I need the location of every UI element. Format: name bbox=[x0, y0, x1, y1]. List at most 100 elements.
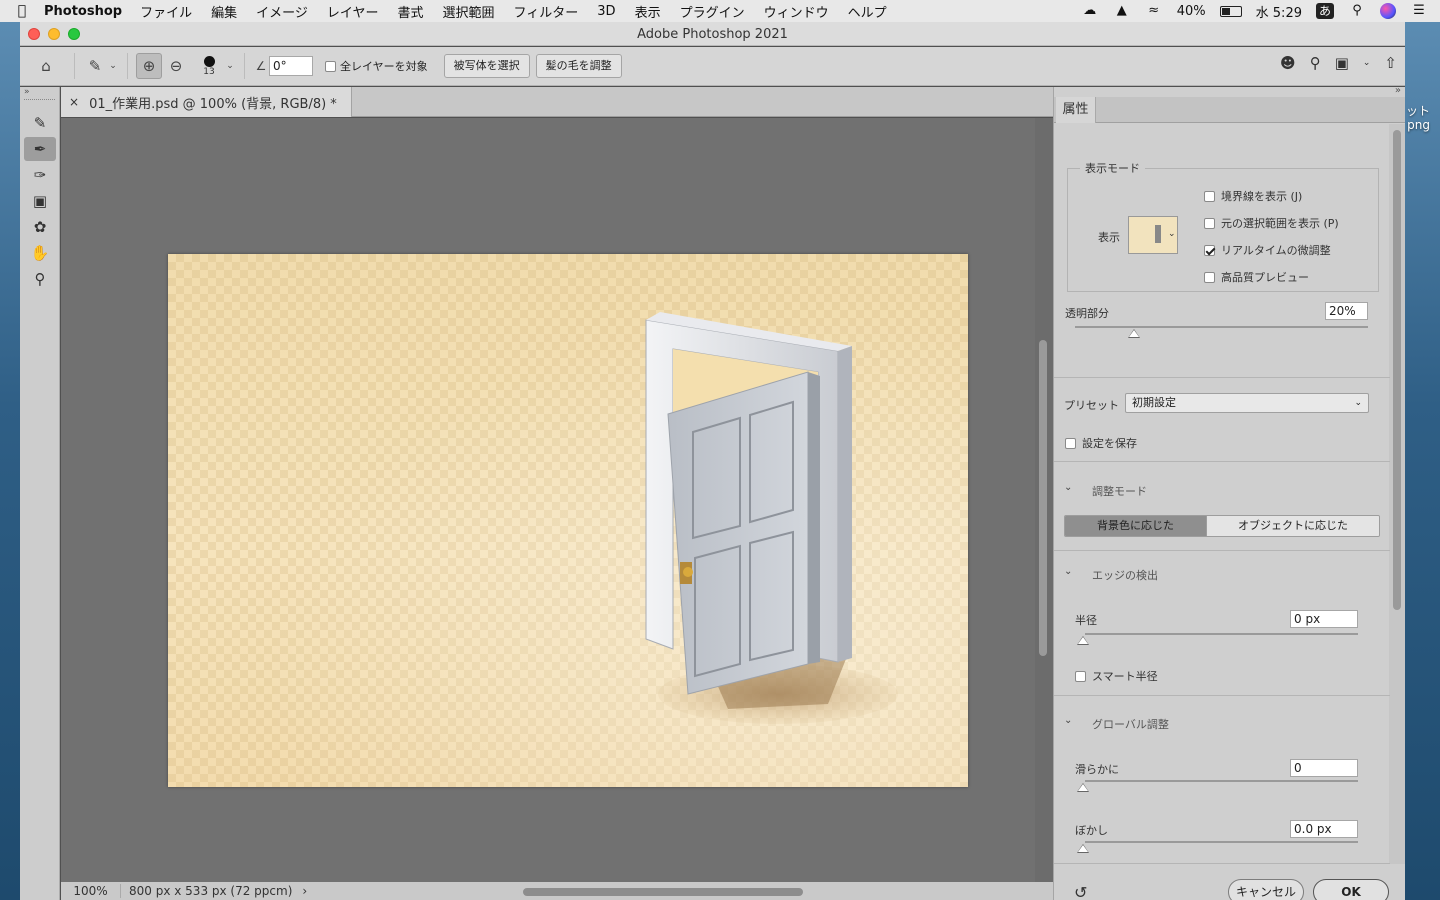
global-refinements-title[interactable]: グローバル調整 bbox=[1092, 716, 1169, 732]
apple-icon[interactable]:  bbox=[0, 3, 44, 19]
wifi-icon[interactable]: ≈ bbox=[1145, 4, 1163, 18]
clock[interactable]: 水 5:29 bbox=[1256, 2, 1302, 21]
feather-input[interactable]: 0.0 px bbox=[1290, 820, 1358, 838]
vertical-scroll-thumb[interactable] bbox=[1039, 340, 1047, 656]
view-dropdown-chevron-icon[interactable]: ⌄ bbox=[1168, 229, 1176, 239]
subtract-from-selection-icon[interactable]: ⊖ bbox=[162, 53, 190, 79]
user-lock-icon[interactable]: ☻ bbox=[1280, 54, 1296, 72]
tool-preset-chevron-icon[interactable]: ⌄ bbox=[107, 53, 119, 79]
status-menu-arrow[interactable]: › bbox=[302, 884, 307, 898]
creative-cloud-icon[interactable]: ☁ bbox=[1081, 4, 1099, 18]
control-center-icon[interactable]: ☰ bbox=[1410, 4, 1428, 18]
angle-input[interactable]: 0° bbox=[269, 56, 313, 76]
high-quality-preview-box[interactable] bbox=[1204, 271, 1215, 283]
radius-slider-track[interactable] bbox=[1085, 633, 1358, 635]
refine-hair-button[interactable]: 髪の毛を調整 bbox=[535, 54, 622, 78]
battery-icon[interactable] bbox=[1219, 5, 1242, 17]
refine-edge-brush-tool-icon[interactable]: ✒ bbox=[24, 137, 56, 161]
cancel-button[interactable]: キャンセル bbox=[1228, 879, 1304, 900]
home-icon[interactable]: ⌂ bbox=[26, 53, 66, 79]
realtime-refinement-checkbox[interactable]: リアルタイムの微調整 bbox=[1204, 242, 1331, 258]
notification-icon[interactable]: ▲ bbox=[1113, 4, 1131, 18]
hand-tool-icon[interactable]: ✋ bbox=[24, 241, 56, 265]
menu-file[interactable]: ファイル bbox=[140, 2, 192, 21]
smart-radius-checkbox[interactable]: スマート半径 bbox=[1075, 668, 1158, 684]
share-icon[interactable]: ⇧ bbox=[1384, 54, 1397, 72]
panel-scroll-thumb[interactable] bbox=[1393, 130, 1401, 610]
radius-slider-thumb[interactable] bbox=[1077, 636, 1089, 645]
zoom-level[interactable]: 100% bbox=[61, 884, 121, 898]
ok-button[interactable]: OK bbox=[1313, 879, 1389, 900]
add-to-selection-icon[interactable]: ⊕ bbox=[136, 53, 162, 79]
transparency-input[interactable]: 20% bbox=[1325, 302, 1368, 320]
show-edge-box[interactable] bbox=[1204, 190, 1215, 202]
brush-tool-icon[interactable]: ✑ bbox=[24, 163, 56, 187]
show-original-box[interactable] bbox=[1204, 217, 1215, 229]
tool-preset-icon[interactable]: ✎ bbox=[83, 53, 107, 79]
edge-detection-title[interactable]: エッジの検出 bbox=[1092, 567, 1158, 583]
tab-properties[interactable]: 属性 bbox=[1056, 97, 1096, 123]
input-method-icon[interactable]: あ bbox=[1315, 3, 1334, 19]
show-original-checkbox[interactable]: 元の選択範囲を表示 (P) bbox=[1204, 215, 1339, 231]
menu-help[interactable]: ヘルプ bbox=[848, 2, 887, 21]
workspace-icon[interactable]: ▣ bbox=[1335, 54, 1349, 72]
high-quality-preview-checkbox[interactable]: 高品質プレビュー bbox=[1204, 269, 1309, 285]
document-tab[interactable]: × 01_作業用.psd @ 100% (背景, RGB/8) * bbox=[61, 87, 352, 117]
show-edge-checkbox[interactable]: 境界線を表示 (J) bbox=[1204, 188, 1302, 204]
lasso-tool-icon[interactable]: ✿ bbox=[24, 215, 56, 239]
adjust-mode-chevron-icon[interactable]: ⌄ bbox=[1064, 482, 1072, 493]
menu-plugins[interactable]: プラグイン bbox=[680, 2, 745, 21]
sample-all-layers-box[interactable] bbox=[325, 60, 336, 72]
menu-image[interactable]: イメージ bbox=[256, 2, 308, 21]
quick-selection-tool-icon[interactable]: ✎ bbox=[24, 111, 56, 135]
global-refinements-chevron-icon[interactable]: ⌄ bbox=[1064, 715, 1072, 726]
feather-slider-thumb[interactable] bbox=[1077, 844, 1089, 853]
brush-chevron-icon[interactable]: ⌄ bbox=[224, 53, 236, 79]
menu-window[interactable]: ウィンドウ bbox=[764, 2, 829, 21]
smart-radius-box[interactable] bbox=[1075, 670, 1086, 682]
menu-3d[interactable]: 3D bbox=[597, 4, 615, 19]
realtime-refinement-box[interactable] bbox=[1204, 244, 1215, 256]
sample-all-layers-checkbox[interactable]: 全レイヤーを対象 bbox=[325, 58, 428, 74]
collapse-tools-icon[interactable]: » bbox=[20, 87, 59, 99]
workspace-chevron-icon[interactable]: ⌄ bbox=[1363, 58, 1371, 68]
canvas-vertical-scrollbar[interactable] bbox=[1035, 118, 1053, 882]
panel-scrollbar[interactable] bbox=[1389, 124, 1405, 864]
app-menu[interactable]: Photoshop bbox=[44, 4, 122, 19]
desktop-file-label[interactable]: ット bbox=[1406, 102, 1430, 119]
document-image[interactable] bbox=[168, 254, 968, 787]
menu-type[interactable]: 書式 bbox=[398, 2, 424, 21]
select-subject-button[interactable]: 被写体を選択 bbox=[443, 54, 530, 78]
search-icon[interactable]: ⚲ bbox=[1310, 54, 1321, 72]
transparency-slider-thumb[interactable] bbox=[1127, 329, 1140, 338]
menu-select[interactable]: 選択範囲 bbox=[443, 2, 495, 21]
menu-layer[interactable]: レイヤー bbox=[327, 2, 379, 21]
save-settings-box[interactable] bbox=[1065, 437, 1076, 449]
menu-view[interactable]: 表示 bbox=[635, 2, 661, 21]
tools-grip[interactable] bbox=[24, 99, 55, 109]
siri-icon[interactable] bbox=[1380, 3, 1396, 19]
zoom-tool-icon[interactable]: ⚲ bbox=[24, 267, 56, 291]
adjust-mode-object-aware[interactable]: オブジェクトに応じた bbox=[1206, 516, 1379, 536]
adjust-mode-color-aware[interactable]: 背景色に応じた bbox=[1065, 516, 1206, 536]
radius-input[interactable]: 0 px bbox=[1290, 610, 1358, 628]
feather-slider-track[interactable] bbox=[1085, 841, 1358, 843]
menu-filter[interactable]: フィルター bbox=[514, 2, 579, 21]
horizontal-scroll-thumb[interactable] bbox=[523, 888, 803, 896]
collapse-panel-icon[interactable]: » bbox=[1395, 85, 1401, 96]
adjust-mode-title[interactable]: 調整モード bbox=[1092, 483, 1147, 499]
spotlight-search-icon[interactable]: ⚲ bbox=[1348, 4, 1366, 18]
transparency-slider-track[interactable] bbox=[1075, 326, 1368, 328]
brush-size-picker[interactable]: 13 bbox=[194, 55, 224, 77]
smooth-input[interactable]: 0 bbox=[1290, 759, 1358, 777]
reset-icon[interactable]: ↺ bbox=[1074, 883, 1087, 900]
save-settings-checkbox[interactable]: 設定を保存 bbox=[1065, 435, 1137, 451]
desktop-file-ext[interactable]: png bbox=[1407, 118, 1430, 132]
close-tab-icon[interactable]: × bbox=[69, 95, 79, 109]
smooth-slider-track[interactable] bbox=[1085, 780, 1358, 782]
canvas-area[interactable] bbox=[61, 118, 1035, 882]
object-selection-tool-icon[interactable]: ▣ bbox=[24, 189, 56, 213]
edge-detection-chevron-icon[interactable]: ⌄ bbox=[1064, 566, 1072, 577]
menu-edit[interactable]: 編集 bbox=[211, 2, 237, 21]
preset-select[interactable]: 初期設定 ⌄ bbox=[1125, 393, 1369, 413]
